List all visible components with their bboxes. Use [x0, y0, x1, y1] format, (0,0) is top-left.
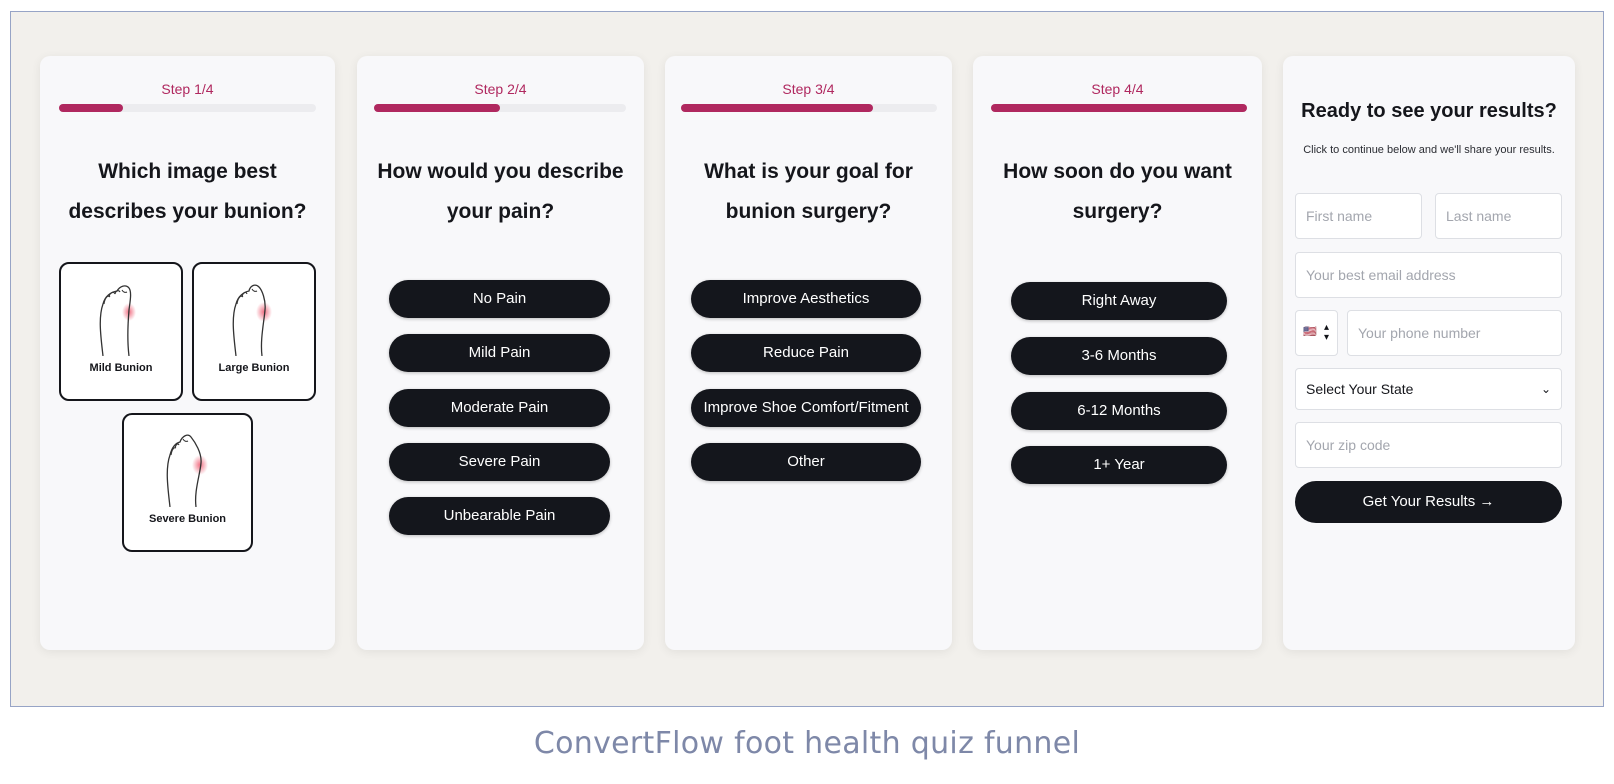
question-title: How would you describe your pain?: [377, 160, 624, 223]
answer-improve-aesthetics-button[interactable]: Improve Aesthetics: [691, 280, 921, 318]
foot-large-bunion-icon: [232, 284, 272, 356]
first-name-field[interactable]: [1295, 193, 1422, 239]
image-option-label: Mild Bunion: [89, 362, 153, 374]
image-option-label: Large Bunion: [218, 362, 290, 374]
step-indicator: Step 3/4: [782, 81, 835, 97]
answer-moderate-pain-button[interactable]: Moderate Pain: [389, 389, 610, 427]
progress-fill: [374, 104, 500, 112]
step-indicator: Step 2/4: [474, 81, 527, 97]
country-code-select[interactable]: 🇺🇸 ▴ ▾: [1295, 310, 1338, 356]
get-results-button[interactable]: Get Your Results →: [1295, 481, 1562, 523]
form-subtitle: Click to continue below and we'll share …: [1303, 144, 1555, 156]
up-down-chevron-icon: ▴ ▾: [1324, 322, 1330, 343]
question-title: Which image best describes your bunion?: [68, 160, 307, 223]
answer-severe-pain-button[interactable]: Severe Pain: [389, 443, 610, 481]
quiz-step-4-card: Step 4/4 How soon do you want surgery? R…: [973, 56, 1262, 650]
state-select[interactable]: Select Your State ⌄: [1295, 368, 1562, 410]
us-flag-icon: 🇺🇸: [1303, 326, 1317, 338]
foot-mild-bunion-icon: [99, 285, 136, 356]
progress-bar: [374, 104, 626, 112]
progress-bar: [681, 104, 937, 112]
step-indicator: Step 1/4: [161, 81, 214, 97]
form-title: Ready to see your results?: [1301, 100, 1557, 122]
progress-fill: [681, 104, 873, 112]
image-option-large-bunion[interactable]: Large Bunion: [192, 262, 316, 401]
progress-fill: [991, 104, 1247, 112]
progress-fill: [59, 104, 124, 112]
image-option-severe-bunion[interactable]: Severe Bunion: [122, 413, 253, 552]
answer-right-away-button[interactable]: Right Away: [1011, 282, 1227, 320]
quiz-step-2-card: Step 2/4 How would you describe your pai…: [357, 56, 644, 650]
email-field[interactable]: [1295, 252, 1562, 298]
answer-reduce-pain-button[interactable]: Reduce Pain: [691, 334, 921, 372]
results-form-card: Ready to see your results? Click to cont…: [1283, 56, 1575, 650]
chevron-down-icon: ⌄: [1540, 382, 1551, 396]
answer-other-button[interactable]: Other: [691, 443, 921, 481]
progress-bar: [991, 104, 1247, 112]
foot-severe-bunion-icon: [166, 434, 208, 507]
question-title: What is your goal for bunion surgery?: [704, 160, 913, 223]
answer-1-year-button[interactable]: 1+ Year: [1011, 446, 1227, 484]
image-option-mild-bunion[interactable]: Mild Bunion: [59, 262, 183, 401]
quiz-step-1-card: Step 1/4 Which image best describes your…: [40, 56, 335, 650]
answer-3-6-months-button[interactable]: 3-6 Months: [1011, 337, 1227, 375]
answer-unbearable-pain-button[interactable]: Unbearable Pain: [389, 497, 610, 535]
question-title: How soon do you want surgery?: [1003, 160, 1232, 223]
figure-caption: ConvertFlow foot health quiz funnel: [533, 726, 1081, 761]
answer-no-pain-button[interactable]: No Pain: [389, 280, 610, 318]
image-option-label: Severe Bunion: [148, 513, 227, 525]
last-name-field[interactable]: [1435, 193, 1562, 239]
progress-bar: [59, 104, 316, 112]
answer-improve-shoe-comfort-button[interactable]: Improve Shoe Comfort/Fitment: [691, 389, 921, 427]
phone-field[interactable]: [1347, 310, 1562, 356]
step-indicator: Step 4/4: [1091, 81, 1144, 97]
state-select-value: Select Your State: [1306, 381, 1414, 397]
quiz-step-3-card: Step 3/4 What is your goal for bunion su…: [665, 56, 952, 650]
answer-mild-pain-button[interactable]: Mild Pain: [389, 334, 610, 372]
answer-6-12-months-button[interactable]: 6-12 Months: [1011, 392, 1227, 430]
zip-code-field[interactable]: [1295, 422, 1562, 468]
